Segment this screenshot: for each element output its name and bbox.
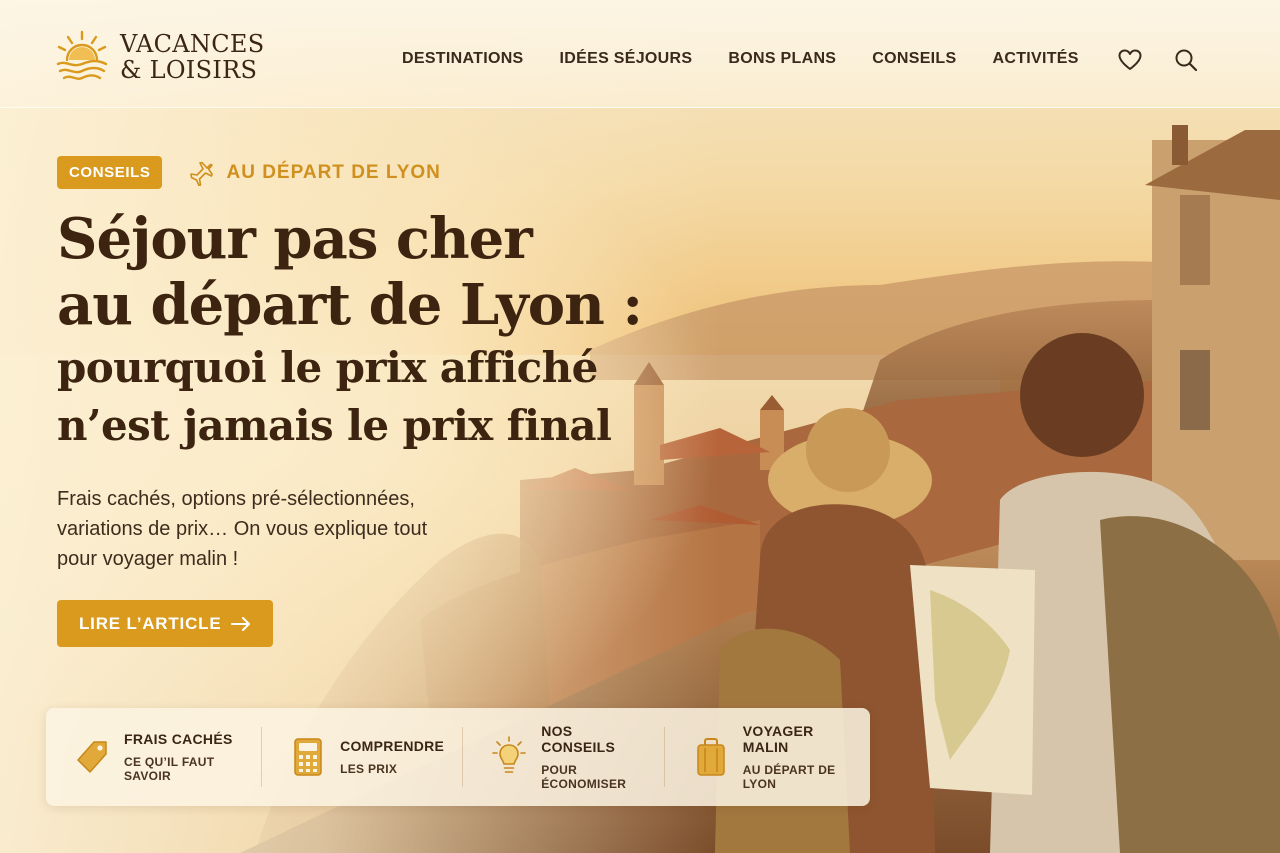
nav-destinations[interactable]: DESTINATIONS [402,50,524,68]
nav-idees-sejours[interactable]: IDÉES SÉJOURS [560,50,693,68]
brand-line-2: & LOISIRS [120,56,258,84]
feature-understand-prices[interactable]: COMPRENDRE LES PRIX [262,727,464,787]
feature-text: VOYAGER MALIN AU DÉPART DE LYON [743,723,852,791]
arrow-right-icon [231,616,251,631]
feature-title: FRAIS CACHÉS [124,731,233,747]
feature-title: VOYAGER MALIN [742,723,814,755]
nav-conseils[interactable]: CONSEILS [872,50,956,68]
search-icon [1175,49,1198,72]
feature-subtitle: AU DÉPART DE LYON [742,763,836,791]
brand-line-1: VACANCES [120,30,265,58]
feature-title: NOS CONSEILS [541,723,616,755]
departure-text: AU DÉPART DE LYON [226,161,441,183]
departure-label: AU DÉPART DE LYON [188,160,440,186]
feature-smart-travel[interactable]: VOYAGER MALIN AU DÉPART DE LYON [665,723,870,791]
feature-subtitle: CE QU’IL FAUT SAVOIR [124,755,215,783]
feature-text: COMPRENDRE LES PRIX [340,738,444,776]
article-lede: Frais cachés, options pré-sélectionnées,… [57,488,428,570]
calculator-icon [294,738,322,776]
article-title: Séjour pas cher au départ de Lyon : pour… [57,206,697,454]
favorites-button[interactable] [1116,46,1144,74]
feature-text: FRAIS CACHÉS CE QU’IL FAUT SAVOIR [124,731,243,783]
article-tagline: CONSEILS AU DÉPART DE LYON [57,156,441,189]
heart-icon [1118,49,1142,70]
title-line-2: au départ de Lyon : [57,272,643,338]
nav-activites[interactable]: ACTIVITÉS [992,50,1078,68]
feature-subtitle: LES PRIX [340,762,398,776]
feature-savings-tips[interactable]: NOS CONSEILS POUR ÉCONOMISER [463,723,665,791]
feature-hidden-fees[interactable]: FRAIS CACHÉS CE QU’IL FAUT SAVOIR [46,727,263,787]
price-tag-icon [77,741,107,773]
read-article-label: LIRE L’ARTICLE [79,613,222,633]
feature-strip: FRAIS CACHÉS CE QU’IL FAUT SAVOIR COMPRE… [46,708,870,806]
brand-name: VACANCES & LOISIRS [120,31,264,83]
title-line-4: n’est jamais le prix final [57,401,612,450]
title-line-1: Séjour pas cher [57,206,533,272]
feature-title: COMPRENDRE [340,738,445,754]
lightbulb-icon [492,736,527,773]
category-badge[interactable]: CONSEILS [57,156,163,189]
search-button[interactable] [1172,46,1200,74]
nav-bons-plans[interactable]: BONS PLANS [728,50,836,68]
feature-subtitle: POUR ÉCONOMISER [541,763,627,791]
suitcase-icon [697,738,725,776]
feature-text: NOS CONSEILS POUR ÉCONOMISER [541,723,646,791]
brand-logo[interactable]: VACANCES & LOISIRS [54,30,264,84]
main-nav: DESTINATIONS IDÉES SÉJOURS BONS PLANS CO… [402,50,1115,68]
read-article-button[interactable]: LIRE L’ARTICLE [57,600,274,647]
site-header: VACANCES & LOISIRS DESTINATIONS IDÉES SÉ… [0,0,1280,108]
title-line-3: pourquoi le prix affiché [57,343,598,392]
airplane-icon [190,161,214,186]
sun-waves-icon [56,30,108,80]
